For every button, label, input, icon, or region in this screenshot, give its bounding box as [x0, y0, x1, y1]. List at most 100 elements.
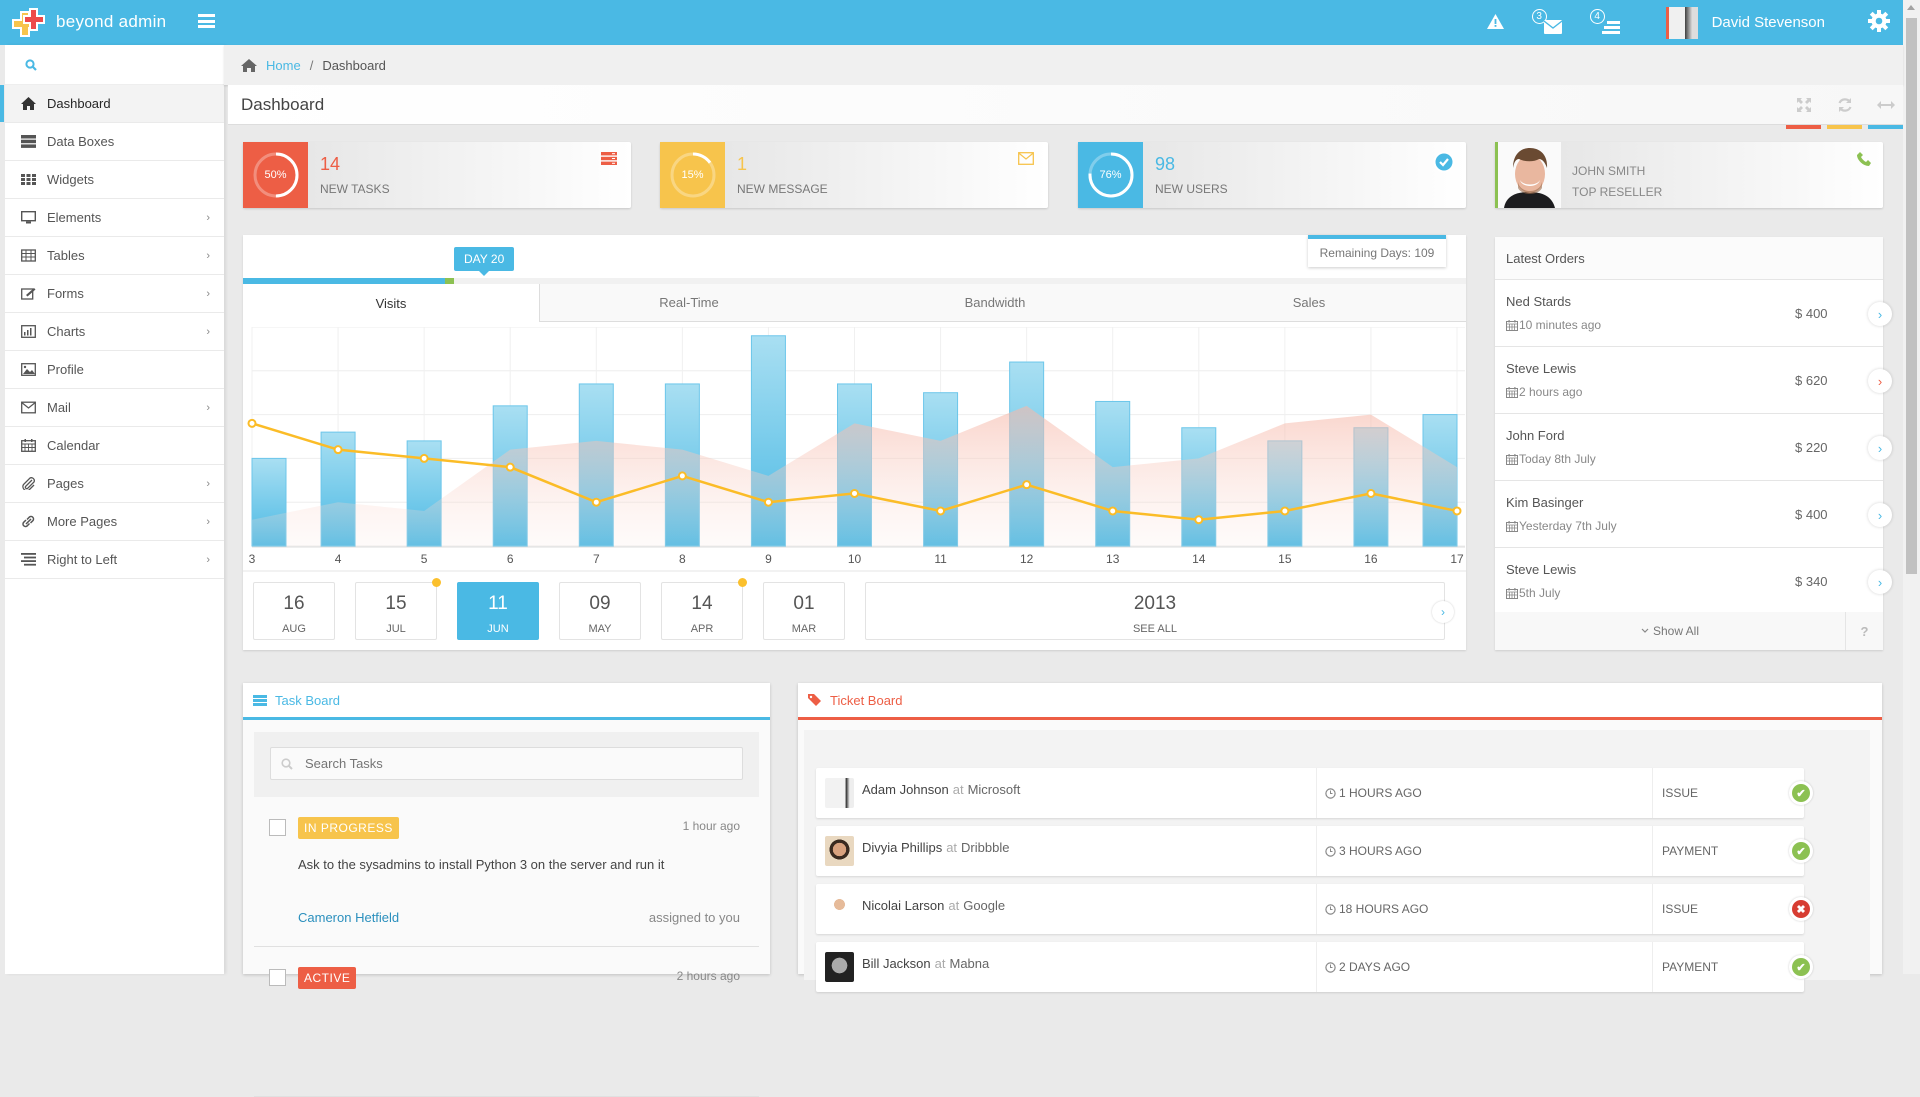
task-search-field[interactable]	[270, 747, 743, 780]
order-item[interactable]: John Ford Today 8th July $ 220 ›	[1495, 414, 1892, 481]
date-box-aug[interactable]: 16 AUG	[253, 582, 335, 640]
date-box-mar[interactable]: 01 MAR	[763, 582, 845, 640]
ticket-row[interactable]: Nicolai Larson at Google 18 HOURS AGO ISSUE ✖	[816, 884, 1813, 934]
sidebar-item-pages[interactable]: Pages ›	[5, 465, 224, 503]
sidebar-item-elements[interactable]: Elements ›	[5, 199, 224, 237]
date-box-apr[interactable]: 14 APR	[661, 578, 747, 640]
arrows-horizontal-icon	[1876, 101, 1895, 109]
chevron-right-icon: ›	[206, 249, 210, 262]
show-all-orders-button[interactable]: Show All	[1495, 612, 1845, 650]
sidebar-item-tables[interactable]: Tables ›	[5, 237, 224, 275]
stat-percent: 50%	[264, 169, 287, 181]
line-point-7	[591, 497, 601, 507]
top-reseller-card[interactable]: JOHN SMITH TOP RESELLER	[1495, 142, 1883, 208]
ticket-row[interactable]: Adam Johnson at Microsoft 1 HOURS AGO ISSUE ✔	[816, 768, 1813, 818]
line-point-13	[1108, 506, 1118, 516]
x-tick-label: 17	[1450, 552, 1464, 566]
sidebar-item-right-to-left[interactable]: Right to Left ›	[5, 541, 224, 579]
messages-button[interactable]: 3	[1531, 8, 1564, 37]
logo[interactable]: beyond admin	[10, 6, 166, 38]
ticket-status-button[interactable]: ✔	[1789, 955, 1813, 979]
sidebar-item-data-boxes[interactable]: Data Boxes	[5, 123, 224, 161]
refresh-button[interactable]	[1827, 85, 1862, 129]
ticket-type: PAYMENT	[1662, 960, 1719, 974]
ticket-user-name: Divyia Phillips	[862, 840, 943, 855]
sidebar-item-more-pages[interactable]: More Pages ›	[5, 503, 224, 541]
task-search-input[interactable]	[305, 756, 705, 771]
order-details-button[interactable]: ›	[1868, 503, 1892, 527]
order-customer-name: Ned Stards	[1506, 294, 1572, 309]
x-tick-label: 9	[765, 552, 772, 566]
fullscreen-button[interactable]	[1786, 85, 1821, 129]
alerts-button[interactable]	[1486, 13, 1504, 32]
check-icon: ✔	[1792, 784, 1810, 802]
scroll-up-arrow-icon[interactable]	[1907, 5, 1915, 10]
ticket-company: Dribbble	[961, 840, 1010, 855]
date-box-jul[interactable]: 15 JUL	[355, 578, 441, 640]
order-details-button[interactable]: ›	[1868, 302, 1892, 326]
sidebar-search[interactable]	[5, 45, 224, 85]
order-price: $ 620	[1795, 373, 1828, 388]
sidebar-item-dashboard[interactable]: Dashboard	[0, 85, 224, 123]
order-details-button[interactable]: ›	[1868, 436, 1892, 460]
ticket-status-button[interactable]: ✖	[1789, 897, 1813, 921]
clock-icon	[1325, 787, 1336, 799]
next-dates-button[interactable]: ›	[1432, 601, 1454, 623]
order-customer-name: Kim Basinger	[1506, 495, 1584, 510]
stat-card-new-message[interactable]: 15% 1 NEW MESSAGE	[660, 142, 1048, 208]
sidebar-item-calendar[interactable]: Calendar	[5, 427, 224, 465]
stat-card-new-users[interactable]: 76% 98 NEW USERS	[1078, 142, 1466, 208]
task-user-link[interactable]: Cameron Hetfield	[298, 910, 399, 925]
scrollbar-thumb[interactable]	[1906, 18, 1917, 574]
sidebar-item-widgets[interactable]: Widgets	[5, 161, 224, 199]
sidebar-toggle-button[interactable]	[198, 14, 215, 28]
help-button[interactable]: ?	[1845, 612, 1883, 650]
page-header: Dashboard	[228, 85, 1903, 129]
date-month: AUG	[282, 623, 306, 635]
order-details-button[interactable]: ›	[1868, 369, 1892, 393]
pencil-square-icon	[21, 287, 36, 300]
stat-card-new-tasks[interactable]: 50% 14 NEW TASKS	[243, 142, 631, 208]
date-day: 14	[691, 593, 713, 614]
breadcrumb-home-link[interactable]: Home	[266, 58, 301, 73]
page-scrollbar[interactable]	[1903, 0, 1920, 974]
paperclip-icon	[21, 477, 36, 490]
date-box-may[interactable]: 09 MAY	[559, 582, 641, 640]
call-button[interactable]	[1857, 152, 1871, 169]
expand-icon	[1796, 98, 1811, 112]
tab-sales[interactable]: Sales	[1152, 284, 1466, 322]
line-point-9	[763, 497, 773, 507]
x-tick-label: 3	[249, 552, 256, 566]
tab-bandwidth[interactable]: Bandwidth	[838, 284, 1152, 322]
date-box-jun[interactable]: 11 JUN	[457, 582, 539, 640]
sidebar-item-charts[interactable]: Charts ›	[5, 313, 224, 351]
sidebar-width-toggle-button[interactable]	[1868, 85, 1903, 129]
order-item[interactable]: Ned Stards 10 minutes ago $ 400 ›	[1495, 280, 1892, 347]
sidebar-item-forms[interactable]: Forms ›	[5, 275, 224, 313]
ticket-row[interactable]: Bill Jackson at Mabna 2 DAYS AGO PAYMENT ✔	[816, 942, 1813, 992]
order-item[interactable]: Kim Basinger Yesterday 7th July $ 400 ›	[1495, 481, 1892, 548]
ticket-status-button[interactable]: ✔	[1789, 839, 1813, 863]
order-time: 10 minutes ago	[1519, 318, 1602, 332]
visits-chart: 3 4 5 6 7 8 9 10 11 12 13 14 15 16 17	[243, 327, 1466, 572]
sidebar-item-label: Calendar	[47, 438, 100, 453]
tab-real-time[interactable]: Real-Time	[540, 284, 838, 322]
stat-percent: 15%	[681, 169, 704, 181]
task-checkbox[interactable]	[269, 969, 286, 986]
ticket-status-button[interactable]: ✔	[1789, 781, 1813, 805]
order-details-button[interactable]: ›	[1868, 570, 1892, 594]
order-item[interactable]: Steve Lewis 5th July $ 340 ›	[1495, 548, 1892, 615]
user-menu[interactable]: David Stevenson	[1665, 6, 1825, 39]
x-tick-label: 16	[1364, 552, 1378, 566]
ticket-row[interactable]: Divyia Phillips at Dribbble 3 HOURS AGO PAYM…	[816, 826, 1813, 876]
sidebar-item-mail[interactable]: Mail ›	[5, 389, 224, 427]
tasks-button[interactable]: 4	[1589, 8, 1622, 37]
settings-button[interactable]	[1868, 10, 1890, 35]
sidebar-item-profile[interactable]: Profile	[5, 351, 224, 389]
tab-visits[interactable]: Visits	[243, 284, 540, 322]
stat-label: NEW TASKS	[320, 182, 390, 196]
tasks-icon	[253, 694, 267, 706]
task-checkbox[interactable]	[269, 819, 286, 836]
year-see-all-box[interactable]: 2013 SEE ALL ›	[865, 582, 1454, 640]
order-item[interactable]: Steve Lewis 2 hours ago $ 620 ›	[1495, 347, 1892, 414]
